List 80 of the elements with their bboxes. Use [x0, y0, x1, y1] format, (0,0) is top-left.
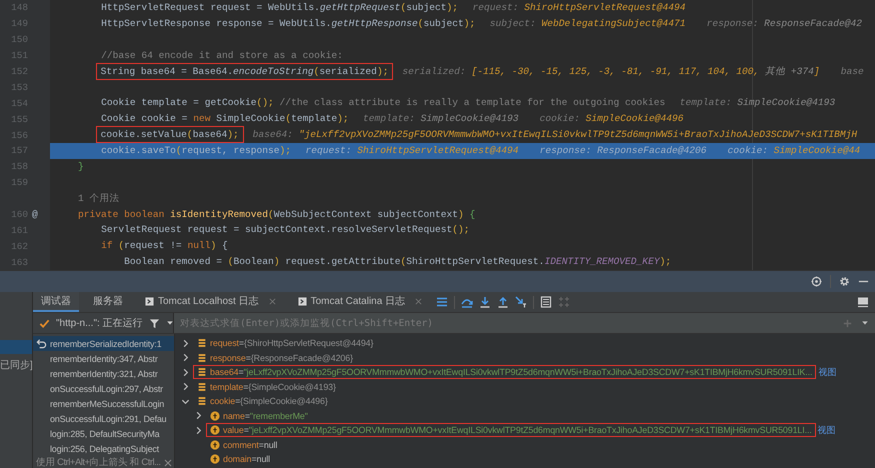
inline-value-hint: cookie: SimpleCookie@4496: [540, 113, 684, 124]
close-icon[interactable]: [415, 298, 422, 304]
variable-entry[interactable]: response={ResponseFacade@4206}: [210, 352, 353, 363]
code-line: HttpServletResponse response = WebUtils.getHttpResponse(subject);: [101, 18, 476, 29]
step-out-icon[interactable]: [497, 296, 510, 308]
stack-bars-icon: [197, 367, 207, 378]
return-arrow-icon: [36, 338, 47, 349]
selected-row-highlight: [0, 340, 32, 354]
variable-entry[interactable]: name="rememberMe": [223, 410, 308, 421]
variable-entry[interactable]: template={SimpleCookie@4193}: [210, 382, 336, 392]
layout-icon[interactable]: [857, 296, 869, 308]
stack-frame-item[interactable]: rememberIdentity:321, Abstr: [33, 366, 174, 381]
inline-value-hint: base: [840, 66, 864, 77]
grid-icon: [558, 296, 570, 308]
console-icon: [298, 296, 307, 306]
stack-bars-icon: [197, 382, 207, 392]
variable-entry[interactable]: base64="jeLxff2vpXVoZMMp25gF5OORVMmmwbWMO+vxItEwqILSi0vkwlTP9tZ5d6mqnWW5i+BraoTxJihoAJeD3SCDW7+sK1TIBMjH6kmvSUR5091LIK...: [210, 367, 812, 378]
variable-entry[interactable]: value="jeLxff2vpXVoZMMp25gF5OORVMmmwbWMO+vxItEwqILSi0vkwlTP9tZ5d6mqnWW5i+BraoTxJihoAJeD3SCDW7+sK1TIBMjH6kmvSUR5091LI...: [223, 425, 812, 436]
run-to-cursor-icon[interactable]: [515, 296, 528, 308]
stack-bars-icon: [197, 338, 207, 348]
caret-icon[interactable]: [861, 319, 869, 327]
stack-frame-item[interactable]: rememberMeSuccessfulLogin: [33, 396, 174, 411]
inline-value-hint: serialized: [-115, -30, -15, 125, -3, -81, -91, 117, 104, 100, 其他 +374]: [402, 66, 820, 77]
filter-icon[interactable]: [148, 318, 160, 328]
inline-value-hint: template: SimpleCookie@4193: [680, 97, 836, 108]
target-icon[interactable]: [811, 276, 822, 287]
code-line: Boolean removed = (Boolean) request.getAttribute(ShiroHttpServletRequest.IDENTITY_REMOVED_KEY);: [124, 256, 672, 268]
code-line: ServletRequest request = subjectContext.resolveServletRequest();: [101, 224, 470, 236]
close-icon[interactable]: [164, 458, 172, 466]
field-icon: [210, 425, 220, 436]
close-icon[interactable]: [268, 298, 276, 304]
stack-frame-item[interactable]: login:256, DelegatingSubject: [33, 441, 174, 456]
caret-icon[interactable]: [166, 319, 174, 327]
variable-entry[interactable]: request={ShiroHttpServletRequest@4494}: [210, 338, 374, 348]
code-line: }: [78, 160, 84, 172]
view-link[interactable]: 视图: [818, 424, 836, 437]
settings-icon[interactable]: [839, 276, 850, 287]
code-line: HttpServletRequest request = WebUtils.getHttpRequest(subject);: [101, 2, 458, 13]
stack-bars-icon: [197, 352, 207, 363]
stack-frame-item[interactable]: onSuccessfulLogin:297, Abstr: [33, 381, 174, 396]
code-line: if (request != null) {: [101, 240, 228, 252]
variable-entry[interactable]: cookie={SimpleCookie@4496}: [210, 396, 328, 406]
inline-value-hint: request: ShiroHttpServletRequest@4494: [305, 145, 518, 156]
console-icon: [145, 296, 154, 306]
code-line: private boolean isIdentityRemoved(WebSubjectContext subjectContext) {: [78, 208, 476, 220]
variable-entry[interactable]: domain=null: [223, 454, 270, 464]
inline-value-hint: base64: "jeLxff2vpXVoZMMp25gF5OORVMmmwbWMO+vxItEwqILSi0vkwlTP9tZ5d6mqnWW5i+BraoTxJihoAJeD3SCDW7+sK1TIBMjH: [252, 129, 858, 140]
code-line: cookie.saveTo(request, response);: [101, 145, 292, 156]
code-line: Cookie cookie = new SimpleCookie(template);: [101, 113, 349, 124]
stack-frame-item[interactable]: rememberSerializedIdentity:1: [33, 336, 174, 351]
gutter-marker[interactable]: @: [32, 209, 38, 220]
inline-value-hint: template: SimpleCookie@4193: [363, 113, 518, 124]
step-into-icon[interactable]: [479, 296, 492, 308]
panel-tab[interactable]: Tomcat Localhost 日志: [137, 292, 284, 312]
field-icon: [210, 454, 220, 464]
navigation-hint: 使用 Ctrl+Alt+向上箭头 和 Ctrl...: [36, 456, 161, 468]
view-link[interactable]: 视图: [818, 366, 836, 379]
menu-lines-icon[interactable]: [436, 296, 448, 308]
field-icon: [210, 410, 220, 421]
usage-count-hint[interactable]: 1 个用法: [55, 192, 120, 204]
code-line: //base 64 encode it and store as a cookie:: [101, 50, 343, 61]
stack-frame-item[interactable]: login:285, DefaultSecurityMa: [33, 426, 174, 441]
code-line: Cookie template = getCookie(); //the class attribute is really a template for the outgoing cookies: [101, 97, 666, 108]
field-icon: [210, 440, 220, 450]
stack-bars-icon: [197, 396, 207, 406]
stack-frame-item[interactable]: onSuccessfulLogin:291, Defau: [33, 411, 174, 426]
inline-value-hint: request: ShiroHttpServletRequest@4494: [472, 2, 686, 13]
calculator-icon[interactable]: [540, 296, 552, 308]
inline-value-hint: response: ResponseFacade@4206: [540, 145, 707, 156]
sync-status-label: 已同步]: [0, 358, 32, 372]
inline-value-hint: subject: WebDelegatingSubject@4471: [490, 18, 686, 29]
variable-entry[interactable]: comment=null: [223, 440, 278, 450]
inline-value-hint: response: ResponseFacade@42: [706, 18, 862, 29]
panel-tab[interactable]: 调试器: [33, 292, 79, 312]
stack-frame-item[interactable]: rememberIdentity:347, Abstr: [33, 351, 174, 366]
inline-value-hint: cookie: SimpleCookie@44: [728, 145, 860, 156]
panel-tab[interactable]: 服务器: [85, 292, 131, 312]
panel-tab[interactable]: Tomcat Catalina 日志: [290, 292, 430, 312]
plus-icon: [842, 318, 853, 328]
check-icon: [39, 318, 50, 328]
